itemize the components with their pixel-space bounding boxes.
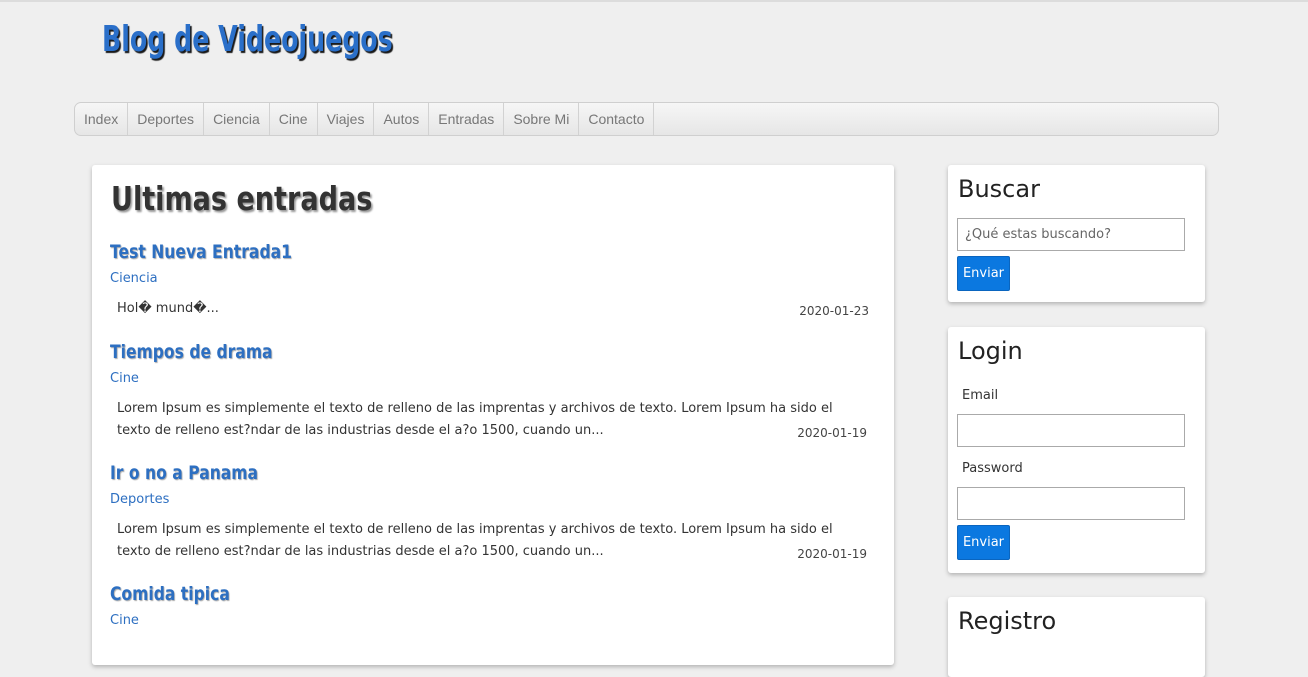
- nav-item-entradas[interactable]: Entradas: [429, 103, 505, 135]
- latest-entries-panel: Ultimas entradas Test Nueva Entrada1 Cie…: [92, 165, 894, 665]
- entry-item: Comida tipica Cine: [110, 583, 870, 628]
- entry-date: 2020-01-19: [797, 547, 867, 561]
- main-navbar: Index Deportes Ciencia Cine Viajes Autos…: [74, 102, 1219, 136]
- login-panel: Login Email Password Enviar: [948, 327, 1205, 573]
- entry-title-link[interactable]: Tiempos de drama: [110, 341, 733, 363]
- entry-item: Ir o no a Panama Deportes Lorem Ipsum es…: [110, 462, 870, 561]
- search-input[interactable]: [957, 218, 1185, 251]
- entry-date: 2020-01-23: [799, 304, 869, 318]
- nav-item-index[interactable]: Index: [75, 103, 129, 135]
- search-submit-button[interactable]: Enviar: [957, 256, 1010, 291]
- entry-item: Tiempos de drama Cine Lorem Ipsum es sim…: [110, 341, 870, 440]
- nav-item-autos[interactable]: Autos: [374, 103, 430, 135]
- entry-title-link[interactable]: Test Nueva Entrada1: [110, 241, 733, 263]
- nav-item-deportes[interactable]: Deportes: [128, 103, 205, 135]
- entry-title-link[interactable]: Ir o no a Panama: [110, 462, 733, 484]
- entry-category-link[interactable]: Deportes: [110, 492, 169, 507]
- nav-item-sobre-mi[interactable]: Sobre Mi: [504, 103, 580, 135]
- nav-item-cine[interactable]: Cine: [270, 103, 318, 135]
- entry-item: Test Nueva Entrada1 Ciencia Hol� mund�..…: [110, 241, 870, 318]
- entry-date: 2020-01-19: [797, 426, 867, 440]
- password-label: Password: [962, 461, 1023, 476]
- login-submit-button[interactable]: Enviar: [957, 525, 1010, 560]
- nav-item-ciencia[interactable]: Ciencia: [204, 103, 270, 135]
- search-title: Buscar: [958, 175, 1040, 203]
- email-field[interactable]: [957, 414, 1185, 447]
- site-title: Blog de Videojuegos: [102, 19, 393, 60]
- entry-category-link[interactable]: Cine: [110, 613, 139, 628]
- entry-title-link[interactable]: Comida tipica: [110, 583, 733, 605]
- email-label: Email: [962, 388, 999, 403]
- search-panel: Buscar Enviar: [948, 165, 1205, 302]
- entry-excerpt: Lorem Ipsum es simplemente el texto de r…: [117, 401, 833, 438]
- entry-category-link[interactable]: Cine: [110, 371, 139, 386]
- login-title: Login: [958, 337, 1023, 365]
- entry-excerpt: Lorem Ipsum es simplemente el texto de r…: [117, 522, 833, 559]
- nav-item-contacto[interactable]: Contacto: [579, 103, 655, 135]
- entry-category-link[interactable]: Ciencia: [110, 271, 158, 286]
- register-title: Registro: [958, 607, 1057, 635]
- nav-item-viajes[interactable]: Viajes: [318, 103, 375, 135]
- password-field[interactable]: [957, 487, 1185, 520]
- latest-entries-title: Ultimas entradas: [111, 179, 373, 218]
- register-panel: Registro: [948, 597, 1205, 677]
- entry-excerpt: Hol� mund�...: [117, 301, 219, 316]
